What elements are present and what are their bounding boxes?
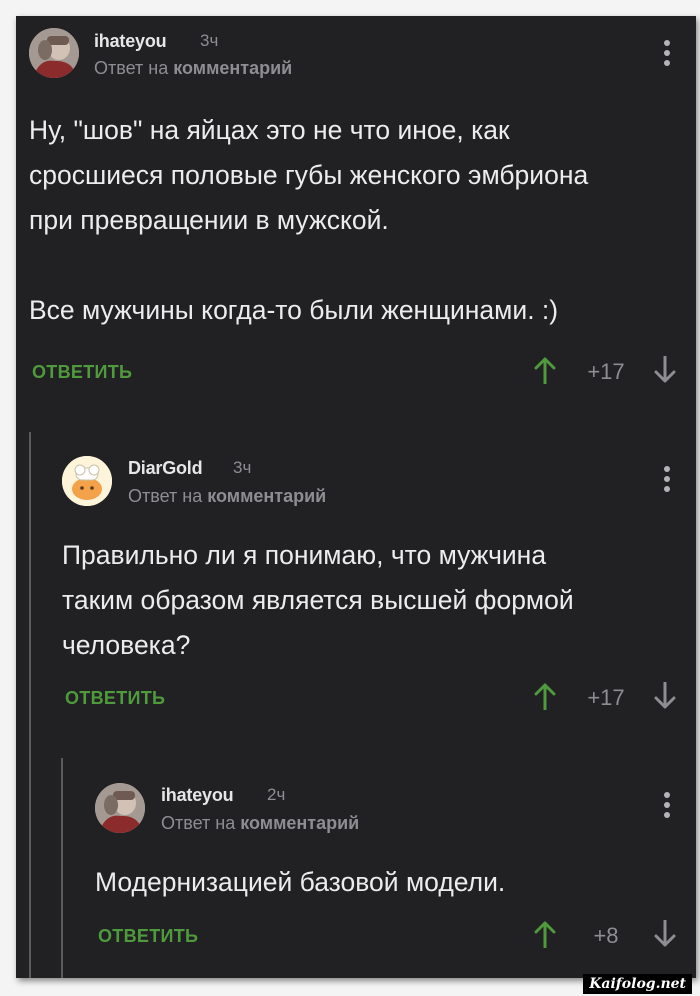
vote-score: +17 [587, 685, 625, 710]
reply-prefix: Ответ на [94, 58, 169, 78]
thread-line[interactable] [61, 758, 63, 978]
more-vertical-icon[interactable] [661, 792, 673, 824]
reply-reference[interactable]: Ответ на комментарий [161, 813, 359, 834]
username[interactable]: DiarGold [128, 458, 203, 479]
username[interactable]: ihateyou [94, 31, 167, 52]
more-vertical-icon[interactable] [661, 466, 673, 498]
more-vertical-icon[interactable] [661, 40, 673, 72]
avatar[interactable] [29, 28, 79, 78]
comment-thread: ihateyou 3ч Ответ на комментарий Ну, "шо… [16, 16, 696, 978]
avatar[interactable] [62, 456, 112, 506]
arrow-down-icon[interactable] [654, 682, 676, 710]
site-watermark: Kaifolog.net [583, 974, 692, 994]
timestamp: 2ч [267, 785, 286, 804]
arrow-up-icon[interactable] [534, 356, 556, 384]
comment-text: Ну, "шов" на яйцах это не что иное, как … [29, 115, 589, 325]
arrow-down-icon[interactable] [654, 920, 676, 948]
thread-line[interactable] [29, 432, 31, 978]
reply-button[interactable]: ОТВЕТИТЬ [32, 362, 132, 383]
vote-score: +17 [587, 359, 625, 384]
comment-text: Правильно ли я понимаю, что мужчина таки… [62, 540, 574, 660]
reply-reference[interactable]: Ответ на комментарий [128, 486, 326, 507]
reply-button[interactable]: ОТВЕТИТЬ [98, 926, 198, 947]
reply-prefix: Ответ на [128, 486, 203, 506]
reply-reference[interactable]: Ответ на комментарий [94, 58, 292, 79]
vote-score: +8 [593, 923, 619, 948]
arrow-down-icon[interactable] [654, 356, 676, 384]
arrow-up-icon[interactable] [534, 682, 556, 710]
avatar[interactable] [95, 783, 145, 833]
arrow-up-icon[interactable] [534, 920, 556, 948]
timestamp: 3ч [233, 458, 252, 477]
comment-text: Модернизацией базовой модели. [95, 867, 506, 897]
reply-target-link[interactable]: комментарий [173, 58, 292, 78]
reply-prefix: Ответ на [161, 813, 236, 833]
timestamp: 3ч [200, 31, 219, 50]
username[interactable]: ihateyou [161, 785, 234, 806]
reply-target-link[interactable]: комментарий [207, 486, 326, 506]
reply-target-link[interactable]: комментарий [240, 813, 359, 833]
reply-button[interactable]: ОТВЕТИТЬ [65, 688, 165, 709]
